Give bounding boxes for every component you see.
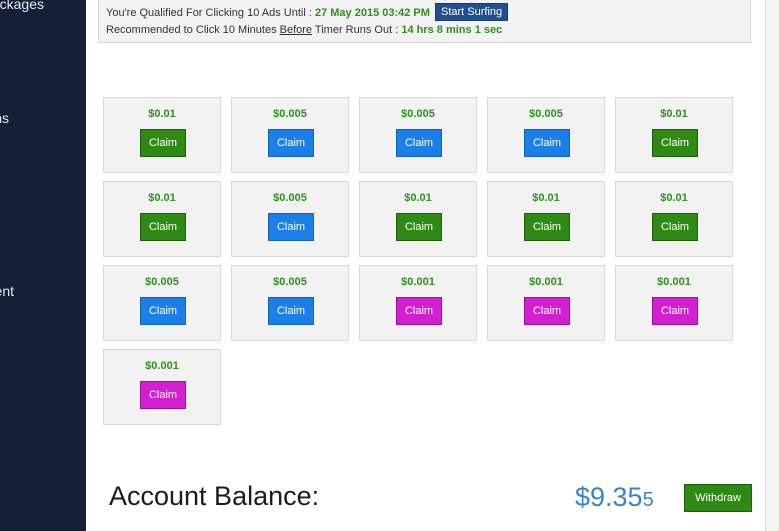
- main-content: You're Qualified For Clicking 10 Ads Unt…: [86, 0, 779, 531]
- ad-amount: $0.001: [401, 276, 435, 288]
- claim-button[interactable]: Claim: [140, 213, 186, 241]
- qualification-notice: You're Qualified For Clicking 10 Ads Unt…: [98, 0, 751, 43]
- ad-amount: $0.005: [273, 192, 307, 204]
- claim-button[interactable]: Claim: [268, 129, 314, 157]
- ad-amount: $0.001: [145, 360, 179, 372]
- ad-amount: $0.005: [273, 108, 307, 120]
- ad-cell: $0.005 Claim: [231, 181, 349, 257]
- ad-cell: $0.005 Claim: [359, 97, 477, 173]
- qualification-line: You're Qualified For Clicking 10 Ads Unt…: [106, 3, 509, 22]
- claim-button[interactable]: Claim: [652, 129, 698, 157]
- right-panel-edge: [765, 0, 779, 531]
- timer-label: Timer Runs Out :: [314, 24, 399, 36]
- ad-cell: $0.001 Claim: [615, 265, 733, 341]
- ad-cell: $0.005 Claim: [487, 97, 605, 173]
- ad-cell: $0.001 Claim: [359, 265, 477, 341]
- claim-button[interactable]: Claim: [268, 213, 314, 241]
- ad-cell: $0.005 Claim: [231, 97, 349, 173]
- ad-cell: $0.01 Claim: [487, 181, 605, 257]
- sidebar: ckages ns ent: [0, 0, 86, 531]
- ad-amount: $0.01: [148, 108, 176, 120]
- ad-cell: $0.01 Claim: [359, 181, 477, 257]
- ad-cell: $0.01 Claim: [615, 181, 733, 257]
- ad-cell: $0.001 Claim: [487, 265, 605, 341]
- recommendation-line: Recommended to Click 10 Minutes Before T…: [106, 24, 502, 36]
- claim-button[interactable]: Claim: [652, 297, 698, 325]
- ad-amount: $0.005: [273, 276, 307, 288]
- claim-button[interactable]: Claim: [524, 213, 570, 241]
- ad-amount: $0.005: [401, 108, 435, 120]
- claim-button[interactable]: Claim: [140, 129, 186, 157]
- claim-button[interactable]: Claim: [396, 297, 442, 325]
- ad-amount: $0.005: [529, 108, 563, 120]
- timer-value: 14 hrs 8 mins 1 sec: [401, 24, 503, 36]
- balance-main: $9.35: [575, 482, 643, 512]
- sidebar-item-ns[interactable]: ns: [0, 110, 9, 126]
- claim-button[interactable]: Claim: [396, 213, 442, 241]
- sidebar-item-packages[interactable]: ckages: [0, 0, 44, 12]
- ad-amount: $0.01: [660, 192, 688, 204]
- ad-cell: $0.01 Claim: [103, 181, 221, 257]
- ad-cell: $0.01 Claim: [103, 97, 221, 173]
- qualification-text: You're Qualified For Clicking 10 Ads Unt…: [106, 7, 312, 19]
- claim-button[interactable]: Claim: [524, 297, 570, 325]
- ad-amount: $0.01: [404, 192, 432, 204]
- qualification-date: 27 May 2015 03:42 PM: [314, 7, 430, 19]
- claim-button[interactable]: Claim: [140, 297, 186, 325]
- before-text: Before: [279, 24, 313, 36]
- balance-fraction: 5: [642, 489, 654, 511]
- recommendation-text: Recommended to Click 10 Minutes: [106, 24, 277, 36]
- ad-amount: $0.001: [529, 276, 563, 288]
- ad-cell: $0.001 Claim: [103, 349, 221, 425]
- ad-cell: $0.005 Claim: [103, 265, 221, 341]
- ad-cell: $0.01 Claim: [615, 97, 733, 173]
- claim-button[interactable]: Claim: [140, 381, 186, 409]
- ad-amount: $0.01: [660, 108, 688, 120]
- ad-amount: $0.001: [657, 276, 691, 288]
- ad-amount: $0.01: [532, 192, 560, 204]
- ad-cell: $0.005 Claim: [231, 265, 349, 341]
- ad-amount: $0.005: [145, 276, 179, 288]
- claim-button[interactable]: Claim: [652, 213, 698, 241]
- account-balance-value: $9.355: [575, 482, 654, 513]
- claim-button[interactable]: Claim: [268, 297, 314, 325]
- withdraw-button[interactable]: Withdraw: [684, 484, 752, 512]
- claim-button[interactable]: Claim: [396, 129, 442, 157]
- start-surfing-button[interactable]: Start Surfing: [435, 3, 509, 21]
- account-balance-label: Account Balance:: [109, 481, 320, 511]
- ad-amount: $0.01: [148, 192, 176, 204]
- sidebar-item-ent[interactable]: ent: [0, 283, 14, 299]
- claim-button[interactable]: Claim: [524, 129, 570, 157]
